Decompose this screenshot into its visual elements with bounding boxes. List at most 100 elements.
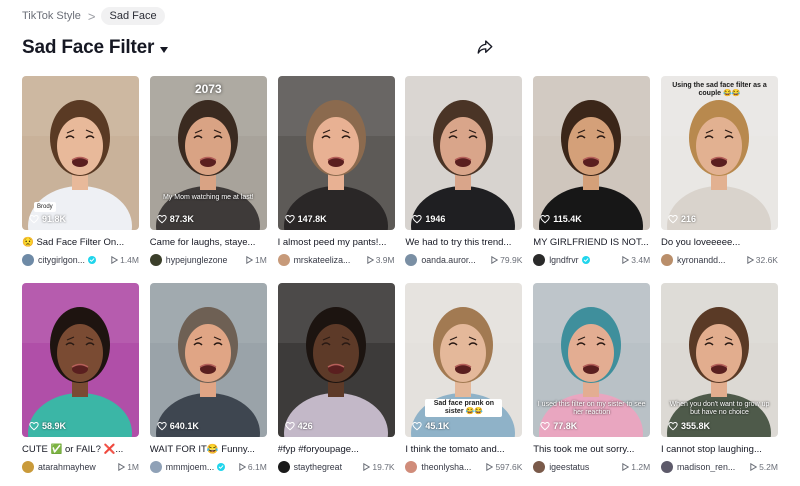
avatar[interactable] — [660, 461, 673, 473]
avatar[interactable] — [533, 254, 546, 266]
video-description[interactable]: I almost peed my pants!... — [278, 236, 395, 250]
author-name[interactable]: mmmjoem... — [166, 462, 214, 472]
video-description[interactable]: We had to try this trend... — [405, 236, 522, 250]
thumbnail-image — [22, 283, 139, 437]
share-icon[interactable] — [476, 38, 494, 56]
video-card[interactable]: 58.9K CUTE ✅ or FAIL? ❌... atarahmayhew 1M — [22, 283, 139, 482]
video-meta: oanda.auror... 79.9K — [405, 253, 522, 267]
play-count-value: 3.9M — [375, 255, 395, 265]
avatar[interactable] — [277, 254, 290, 266]
like-count-value: 45.1K — [425, 421, 450, 431]
like-count: 115.4K — [540, 214, 582, 224]
video-thumbnail[interactable]: 2073 My Mom watching me at last! 87.3K — [149, 76, 267, 230]
video-card[interactable]: 115.4K MY GIRLFRIEND IS NOT... lgndfrvr 3.4… — [533, 76, 651, 275]
thumbnail-image — [533, 76, 651, 230]
avatar[interactable] — [660, 254, 673, 266]
video-meta: citygirlgon... 1.4M — [22, 253, 139, 267]
video-meta: mmmjoem... 6.1M — [149, 460, 267, 474]
heart-icon — [540, 421, 550, 431]
author-name[interactable]: staythegreat — [294, 462, 342, 472]
video-thumbnail[interactable]: 640.1K — [149, 283, 267, 437]
author-name[interactable]: atarahmayhew — [38, 462, 96, 472]
video-card[interactable]: 2073 My Mom watching me at last! 87.3K Came… — [149, 76, 267, 275]
play-icon — [363, 463, 371, 471]
video-meta: mrskateeliza... 3.9M — [277, 253, 395, 267]
like-count: 87.3K — [157, 214, 194, 224]
like-count-value: 115.4K — [553, 214, 582, 224]
like-count: 45.1K — [412, 421, 449, 431]
video-thumbnail[interactable]: Brody 91.8K — [22, 76, 139, 230]
video-thumbnail[interactable]: I used this filter on my sister to see h… — [533, 283, 651, 437]
play-icon — [246, 256, 253, 264]
thumbnail-image — [149, 76, 267, 230]
author-name[interactable]: igeestatus — [549, 462, 589, 472]
breadcrumb-parent-link[interactable]: TikTok Style — [22, 10, 81, 22]
play-count-value: 3.4M — [631, 255, 651, 265]
author-name[interactable]: theonlysha... — [421, 462, 471, 472]
play-count: 1M — [246, 255, 267, 265]
author-name[interactable]: citygirlgon... — [38, 255, 85, 265]
video-description[interactable]: #fyp #foryoupage... — [278, 443, 395, 457]
play-icon — [747, 256, 754, 264]
play-icon — [622, 256, 630, 264]
video-thumbnail[interactable]: Using the sad face filter as a couple 😂😂… — [660, 76, 778, 230]
video-card[interactable]: When you don't want to grow up but have … — [660, 283, 778, 482]
play-icon — [750, 463, 758, 471]
video-card[interactable]: 426 #fyp #foryoupage... staythegreat 19.7K — [277, 283, 395, 482]
video-card[interactable]: Brody 91.8K 😟 Sad Face Filter On... citygir… — [22, 76, 139, 275]
video-card[interactable]: 1946 We had to try this trend... oanda.aur… — [405, 76, 523, 275]
video-thumbnail[interactable]: 426 — [277, 283, 395, 437]
play-count: 3.9M — [366, 255, 395, 265]
author-name[interactable]: hypejunglezone — [166, 255, 228, 265]
video-meta: staythegreat 19.7K — [277, 460, 395, 474]
video-card[interactable]: Sad face prank on sister 😂😂 45.1K I think … — [405, 283, 523, 482]
video-meta: hypejunglezone 1M — [149, 253, 267, 267]
avatar[interactable] — [149, 254, 162, 266]
author-name[interactable]: kyronandd... — [677, 255, 725, 265]
video-description[interactable]: CUTE ✅ or FAIL? ❌... — [22, 443, 139, 457]
video-card[interactable]: 640.1K WAIT FOR IT😂 Funny... mmmjoem... 6.1… — [149, 283, 267, 482]
play-count-value: 1M — [127, 462, 139, 472]
video-card[interactable]: Using the sad face filter as a couple 😂😂… — [660, 76, 778, 275]
video-thumbnail[interactable]: 147.8K — [277, 76, 395, 230]
avatar[interactable] — [277, 461, 290, 473]
author-name[interactable]: lgndfrvr — [549, 255, 578, 265]
avatar[interactable] — [533, 461, 546, 473]
play-count: 6.1M — [239, 462, 267, 472]
video-thumbnail[interactable]: 1946 — [405, 76, 523, 230]
thumbnail-image — [149, 283, 267, 437]
avatar[interactable] — [149, 461, 162, 473]
avatar[interactable] — [22, 461, 34, 473]
play-icon — [111, 256, 119, 264]
video-thumbnail[interactable]: Sad face prank on sister 😂😂 45.1K — [405, 283, 523, 437]
video-description[interactable]: This took me out sorry... — [533, 443, 650, 457]
heart-icon — [157, 421, 167, 431]
like-count: 1946 — [412, 214, 445, 224]
avatar[interactable] — [405, 254, 418, 266]
overlay-caption: I used this filter on my sister to see h… — [537, 401, 646, 416]
video-description[interactable]: MY GIRLFRIEND IS NOT... — [533, 236, 650, 250]
video-description[interactable]: I cannot stop laughing... — [661, 443, 778, 457]
video-thumbnail[interactable]: 115.4K — [533, 76, 651, 230]
chevron-down-icon[interactable] — [160, 46, 169, 53]
video-description[interactable]: Came for laughs, staye... — [150, 236, 267, 250]
avatar[interactable] — [22, 254, 34, 266]
video-description[interactable]: WAIT FOR IT😂 Funny... — [150, 443, 267, 457]
video-card[interactable]: 147.8K I almost peed my pants!... mrskatee… — [277, 76, 395, 275]
overlay-caption: Brody — [34, 202, 56, 212]
author-name[interactable]: mrskateeliza... — [294, 255, 351, 265]
breadcrumb-current[interactable]: Sad Face — [101, 7, 165, 25]
play-icon — [239, 463, 246, 471]
video-thumbnail[interactable]: 58.9K — [22, 283, 139, 437]
play-count-value: 32.6K — [755, 255, 778, 265]
video-meta: theonlysha... 597.6K — [405, 460, 522, 474]
video-description[interactable]: 😟 Sad Face Filter On... — [22, 236, 139, 250]
video-description[interactable]: I think the tomato and... — [405, 443, 522, 457]
author-name[interactable]: oanda.auror... — [421, 255, 475, 265]
video-thumbnail[interactable]: When you don't want to grow up but have … — [660, 283, 778, 437]
video-card[interactable]: I used this filter on my sister to see h… — [533, 283, 651, 482]
avatar[interactable] — [405, 461, 418, 473]
video-description[interactable]: Do you loveeeee... — [661, 236, 778, 250]
overlay-caption: 2073 — [194, 82, 222, 96]
author-name[interactable]: madison_ren... — [677, 462, 735, 472]
